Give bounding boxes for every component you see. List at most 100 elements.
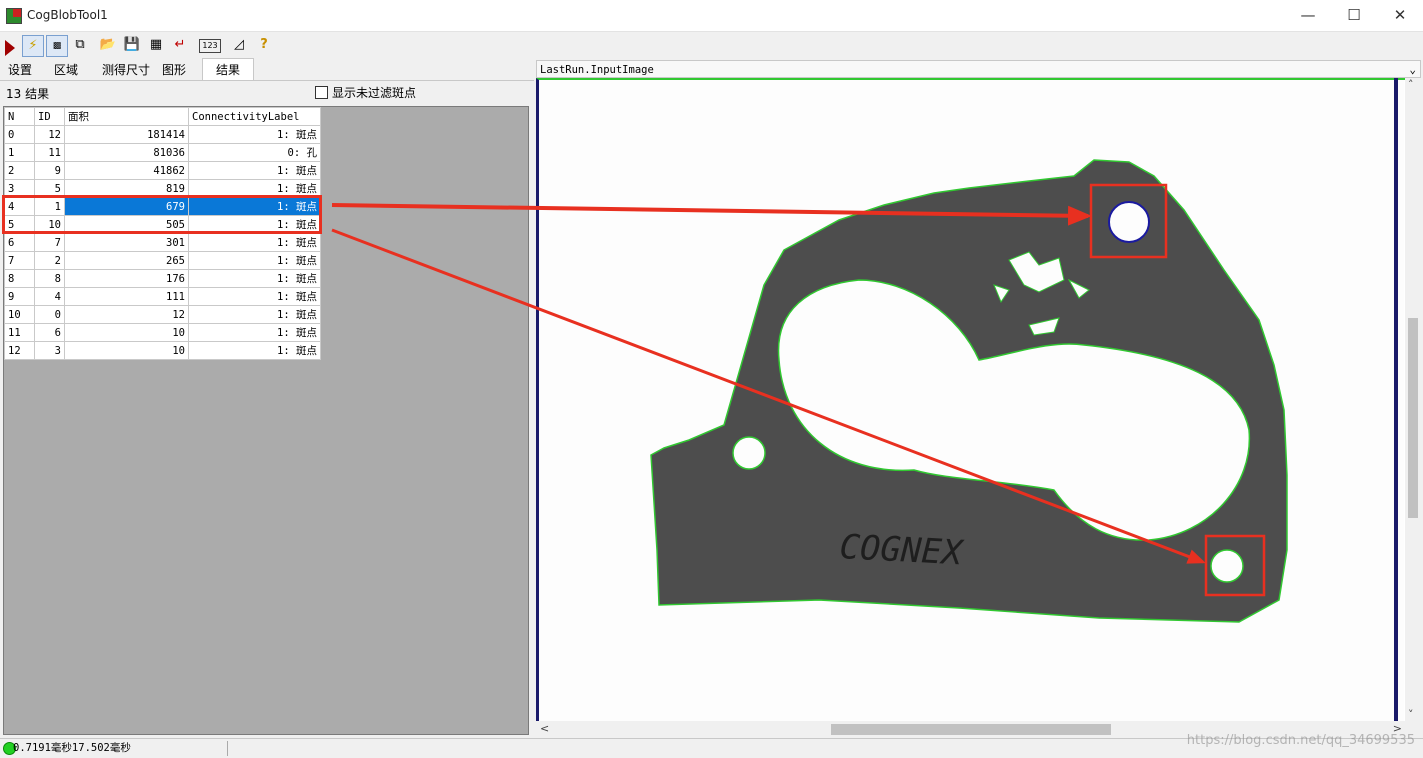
table-cell[interactable]: 10 bbox=[64, 323, 189, 342]
table-cell[interactable]: 41862 bbox=[64, 161, 189, 180]
table-row[interactable]: 1 11 81036 0: 孔 bbox=[4, 143, 321, 162]
tab-strip: 设置 区域 测得尺寸 图形 结果 bbox=[0, 58, 534, 81]
table-row[interactable]: 10 0 12 1: 斑点 bbox=[4, 305, 321, 324]
table-cell[interactable]: 265 bbox=[64, 251, 189, 270]
table-cell[interactable]: 10 bbox=[64, 341, 189, 360]
table-cell[interactable]: 7 bbox=[4, 251, 35, 270]
display-icon[interactable]: ▩ bbox=[46, 35, 68, 57]
table-row[interactable]: 11 6 10 1: 斑点 bbox=[4, 323, 321, 342]
electric-icon[interactable]: ⚡ bbox=[22, 35, 44, 57]
table-cell[interactable]: 11 bbox=[34, 143, 65, 162]
table-cell[interactable]: 1: 斑点 bbox=[188, 287, 321, 306]
table-cell[interactable]: 111 bbox=[64, 287, 189, 306]
reset-icon[interactable]: ▦ bbox=[146, 35, 166, 55]
table-cell[interactable]: 0: 孔 bbox=[188, 143, 321, 162]
window-title: CogBlobTool1 bbox=[27, 8, 108, 22]
column-header[interactable]: N bbox=[4, 107, 35, 126]
column-header[interactable]: ConnectivityLabel bbox=[188, 107, 321, 126]
open-folder-icon[interactable]: 📂 bbox=[98, 35, 118, 55]
table-cell[interactable]: 0 bbox=[4, 125, 35, 144]
table-cell[interactable]: 11 bbox=[4, 323, 35, 342]
table-cell[interactable]: 7 bbox=[34, 233, 65, 252]
toolbar: ⚡ ▩ ⧉ 📂 💾 ▦ ↵ 123 ◿ ? bbox=[0, 32, 1423, 57]
tab-results[interactable]: 结果 bbox=[202, 58, 254, 81]
copy-icon[interactable]: ⧉ bbox=[70, 35, 90, 55]
table-row[interactable]: 12 3 10 1: 斑点 bbox=[4, 341, 321, 360]
table-cell[interactable]: 9 bbox=[4, 287, 35, 306]
results-count: 13 结果 bbox=[6, 87, 50, 101]
table-cell[interactable]: 2 bbox=[34, 251, 65, 270]
scroll-left-icon[interactable]: < bbox=[540, 722, 549, 735]
status-timing: 0.7191毫秒17.502毫秒 bbox=[13, 742, 131, 754]
measure-icon[interactable]: ◿ bbox=[229, 35, 249, 55]
horizontal-scroll-thumb[interactable] bbox=[831, 724, 1111, 735]
title-bar: CogBlobTool1 — ☐ ✕ bbox=[0, 0, 1423, 32]
table-cell[interactable]: 181414 bbox=[64, 125, 189, 144]
part-image: COGNEX bbox=[539, 80, 1404, 721]
table-row[interactable]: 7 2 265 1: 斑点 bbox=[4, 251, 321, 270]
save-icon[interactable]: 💾 bbox=[122, 35, 142, 55]
tab-graphics[interactable]: 图形 bbox=[156, 61, 192, 80]
left-hole bbox=[732, 436, 766, 470]
scroll-down-icon[interactable]: ˅ bbox=[1408, 708, 1414, 721]
numeric-icon[interactable]: 123 bbox=[199, 39, 221, 53]
table-cell[interactable]: 8 bbox=[4, 269, 35, 288]
table-cell[interactable]: 1: 斑点 bbox=[188, 125, 321, 144]
tab-measurements[interactable]: 测得尺寸 bbox=[96, 61, 156, 80]
run-icon[interactable] bbox=[0, 35, 20, 56]
show-unfiltered-checkbox[interactable] bbox=[315, 86, 328, 99]
table-cell[interactable]: 176 bbox=[64, 269, 189, 288]
image-source-select[interactable]: LastRun.InputImage ⌄ bbox=[536, 60, 1421, 78]
table-cell[interactable]: 9 bbox=[34, 161, 65, 180]
help-icon[interactable]: ? bbox=[254, 35, 274, 55]
chevron-down-icon: ⌄ bbox=[1409, 63, 1416, 76]
vertical-scroll-thumb[interactable] bbox=[1408, 318, 1418, 518]
annotation-highlight-box bbox=[2, 195, 322, 234]
table-cell[interactable]: 6 bbox=[34, 323, 65, 342]
table-row[interactable]: 0 12 181414 1: 斑点 bbox=[4, 125, 321, 144]
table-cell[interactable]: 10 bbox=[4, 305, 35, 324]
table-cell[interactable]: 12 bbox=[64, 305, 189, 324]
table-cell[interactable]: 81036 bbox=[64, 143, 189, 162]
part-marking: COGNEX bbox=[839, 527, 966, 574]
close-button[interactable]: ✕ bbox=[1377, 0, 1423, 31]
top-right-hole bbox=[1108, 201, 1150, 243]
image-display-panel: LastRun.InputImage ⌄ COGNEX ˄ ˅ < > bbox=[535, 58, 1423, 738]
table-row[interactable]: 9 4 111 1: 斑点 bbox=[4, 287, 321, 306]
tab-settings[interactable]: 设置 bbox=[2, 61, 38, 80]
table-cell[interactable]: 8 bbox=[34, 269, 65, 288]
table-cell[interactable]: 301 bbox=[64, 233, 189, 252]
table-row[interactable]: 6 7 301 1: 斑点 bbox=[4, 233, 321, 252]
table-cell[interactable]: 12 bbox=[4, 341, 35, 360]
table-cell[interactable]: 1: 斑点 bbox=[188, 233, 321, 252]
table-cell[interactable]: 1 bbox=[4, 143, 35, 162]
vertical-scrollbar[interactable]: ˄ ˅ bbox=[1405, 78, 1422, 721]
image-viewport[interactable]: COGNEX bbox=[536, 78, 1406, 721]
maximize-button[interactable]: ☐ bbox=[1331, 0, 1377, 31]
table-cell[interactable]: 12 bbox=[34, 125, 65, 144]
table-cell[interactable]: 1: 斑点 bbox=[188, 323, 321, 342]
table-row[interactable]: 2 9 41862 1: 斑点 bbox=[4, 161, 321, 180]
column-header[interactable]: ID bbox=[34, 107, 65, 126]
table-cell[interactable]: 2 bbox=[4, 161, 35, 180]
table-row[interactable]: 8 8 176 1: 斑点 bbox=[4, 269, 321, 288]
results-panel: 13 结果 显示未过滤斑点 N ID 面积 ConnectivityLabel … bbox=[0, 80, 534, 737]
image-source-label: LastRun.InputImage bbox=[540, 64, 654, 76]
table-cell[interactable]: 0 bbox=[34, 305, 65, 324]
table-cell[interactable]: 1: 斑点 bbox=[188, 341, 321, 360]
bottom-right-hole bbox=[1210, 549, 1244, 583]
tab-region[interactable]: 区域 bbox=[48, 61, 84, 80]
app-icon bbox=[6, 8, 22, 24]
table-cell[interactable]: 3 bbox=[34, 341, 65, 360]
table-cell[interactable]: 1: 斑点 bbox=[188, 161, 321, 180]
minimize-button[interactable]: — bbox=[1285, 0, 1331, 31]
table-header: N ID 面积 ConnectivityLabel bbox=[4, 107, 321, 126]
table-cell[interactable]: 1: 斑点 bbox=[188, 251, 321, 270]
import-icon[interactable]: ↵ bbox=[170, 35, 190, 55]
table-cell[interactable]: 6 bbox=[4, 233, 35, 252]
table-cell[interactable]: 1: 斑点 bbox=[188, 269, 321, 288]
column-header[interactable]: 面积 bbox=[64, 107, 189, 126]
table-cell[interactable]: 4 bbox=[34, 287, 65, 306]
scroll-up-icon[interactable]: ˄ bbox=[1408, 78, 1414, 91]
table-cell[interactable]: 1: 斑点 bbox=[188, 305, 321, 324]
